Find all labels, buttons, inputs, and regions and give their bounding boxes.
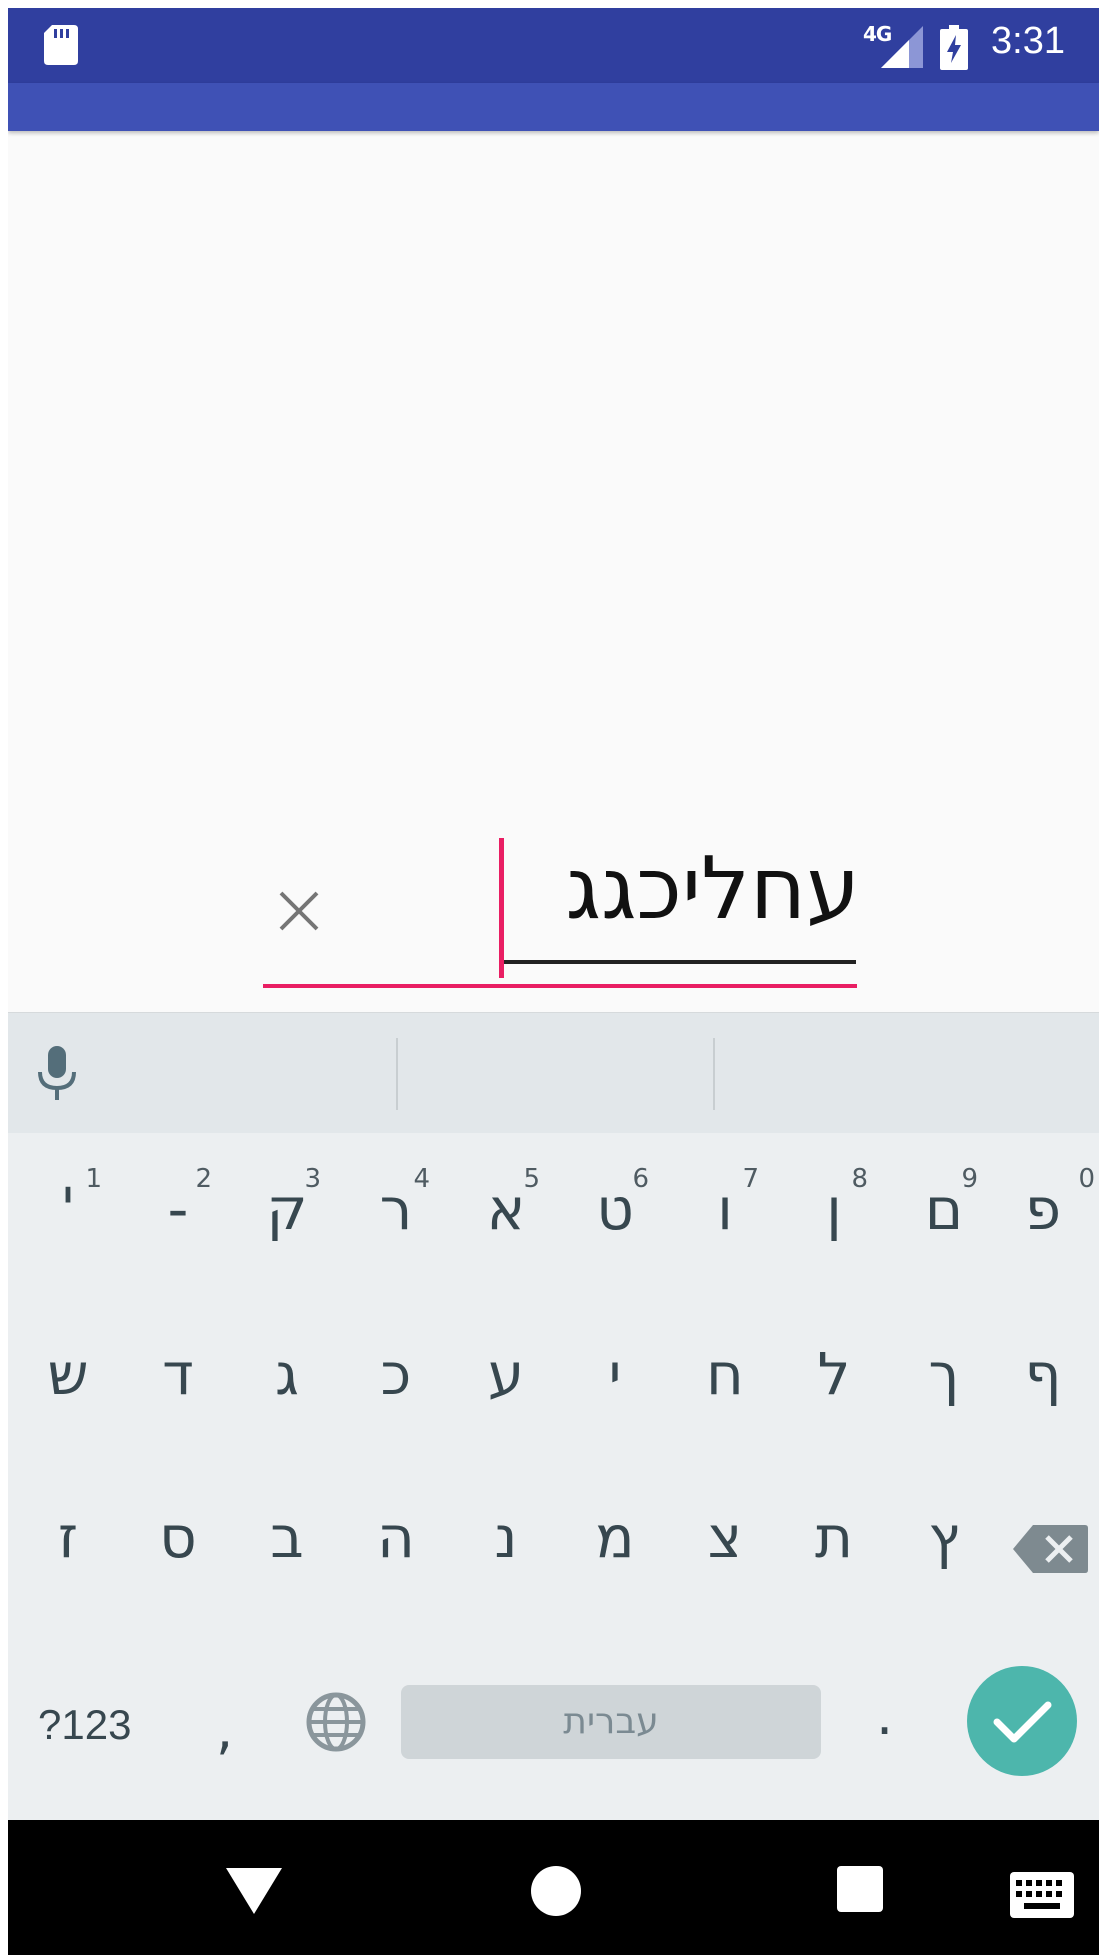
key-label: ף	[1024, 1340, 1062, 1408]
key-label: '	[60, 1175, 76, 1243]
key-label: י	[608, 1340, 622, 1408]
key-label: ש	[47, 1340, 89, 1408]
key-apostrophe[interactable]: 1 '	[18, 1140, 118, 1290]
key-vav[interactable]: 7ו	[675, 1140, 775, 1290]
key-shin[interactable]: ש	[18, 1297, 118, 1447]
key-yod[interactable]: י	[565, 1297, 665, 1447]
key-label: ך	[928, 1340, 960, 1408]
status-bar: 4G 3:31	[8, 8, 1099, 83]
key-label: ר	[379, 1175, 413, 1243]
key-final-nun[interactable]: 8ן	[784, 1140, 884, 1290]
key-he[interactable]: ה	[346, 1460, 446, 1610]
key-tsadi[interactable]: צ	[675, 1460, 775, 1610]
key-final-pe[interactable]: ף	[993, 1297, 1093, 1447]
key-tav[interactable]: ת	[784, 1460, 884, 1610]
key-label: ת	[814, 1503, 854, 1571]
checkmark-icon	[993, 1701, 1052, 1743]
key-alef[interactable]: 5א	[456, 1140, 556, 1290]
key-lamed[interactable]: ל	[784, 1297, 884, 1447]
key-label: ג	[275, 1340, 299, 1408]
key-label: ה	[377, 1503, 415, 1571]
key-label: ד	[162, 1340, 194, 1408]
enter-key[interactable]	[967, 1666, 1077, 1776]
key-label: ב	[270, 1503, 304, 1571]
key-label: ו	[717, 1175, 733, 1243]
key-final-kaf[interactable]: ך	[894, 1297, 994, 1447]
text-input-value[interactable]: עחליכגג	[488, 846, 861, 932]
key-het[interactable]: ח	[675, 1297, 775, 1447]
key-final-tsadi[interactable]: ץ	[894, 1460, 994, 1610]
key-kaf[interactable]: כ	[346, 1297, 446, 1447]
key-label: נ	[494, 1503, 518, 1571]
clear-icon[interactable]	[276, 888, 322, 934]
backspace-icon[interactable]	[1011, 1523, 1089, 1575]
key-label: כ	[380, 1340, 412, 1408]
key-label: ז	[57, 1503, 79, 1571]
navigation-bar	[8, 1820, 1099, 1955]
key-label: ס	[159, 1503, 197, 1571]
key-label: ץ	[928, 1503, 960, 1571]
text-input-underline	[263, 984, 857, 988]
key-resh[interactable]: 4ר	[346, 1140, 446, 1290]
key-label: ל	[817, 1340, 851, 1408]
key-dalet[interactable]: ד	[128, 1297, 228, 1447]
key-label: ן	[826, 1175, 842, 1243]
sd-card-icon	[44, 25, 78, 65]
key-label: -	[167, 1175, 189, 1243]
key-label: פ	[1024, 1175, 1062, 1243]
key-bet[interactable]: ב	[237, 1460, 337, 1610]
key-label: ק	[266, 1175, 308, 1243]
key-label: ח	[706, 1340, 744, 1408]
key-label: צ	[707, 1503, 743, 1571]
key-samekh[interactable]: ס	[128, 1460, 228, 1610]
home-icon[interactable]	[531, 1866, 581, 1916]
key-gimel[interactable]: ג	[237, 1297, 337, 1447]
app-bar	[8, 83, 1099, 131]
text-cursor	[499, 838, 504, 978]
key-final-mem[interactable]: 9ם	[894, 1140, 994, 1290]
symbols-mode-key[interactable]: ?123	[38, 1701, 131, 1749]
suggestion-divider	[396, 1038, 398, 1110]
key-label: א	[486, 1175, 526, 1243]
signal-icon	[881, 26, 923, 68]
key-label: מ	[595, 1503, 635, 1571]
key-zayin[interactable]: ז	[18, 1460, 118, 1610]
key-nun[interactable]: נ	[456, 1460, 556, 1610]
comma-key[interactable]: ,	[216, 1698, 233, 1761]
key-tet[interactable]: 6ט	[565, 1140, 665, 1290]
microphone-icon[interactable]	[32, 1044, 82, 1104]
key-label: ע	[487, 1340, 525, 1408]
globe-icon[interactable]	[305, 1691, 367, 1753]
key-label: ם	[924, 1175, 964, 1243]
key-qof[interactable]: 3ק	[237, 1140, 337, 1290]
battery-charging-icon	[940, 25, 968, 70]
key-hyphen[interactable]: 2-	[128, 1140, 228, 1290]
period-key[interactable]: .	[876, 1684, 893, 1747]
suggestion-strip	[8, 1012, 1099, 1133]
suggestion-divider	[713, 1038, 715, 1110]
recents-icon[interactable]	[837, 1866, 883, 1912]
key-pe[interactable]: 0פ	[993, 1140, 1095, 1290]
screen: 4G 3:31 עחליכגג 1 ' 2 - 3 ק 4 ר 5 א 6 ט …	[8, 8, 1099, 1955]
key-mem[interactable]: מ	[565, 1460, 665, 1610]
keyboard-switch-icon[interactable]	[1010, 1872, 1074, 1918]
back-icon[interactable]	[226, 1868, 282, 1914]
clock: 3:31	[991, 20, 1065, 62]
space-bar[interactable]: עברית	[401, 1685, 821, 1759]
composing-underline	[500, 960, 856, 964]
key-label: ט	[596, 1175, 634, 1243]
key-ayin[interactable]: ע	[456, 1297, 556, 1447]
